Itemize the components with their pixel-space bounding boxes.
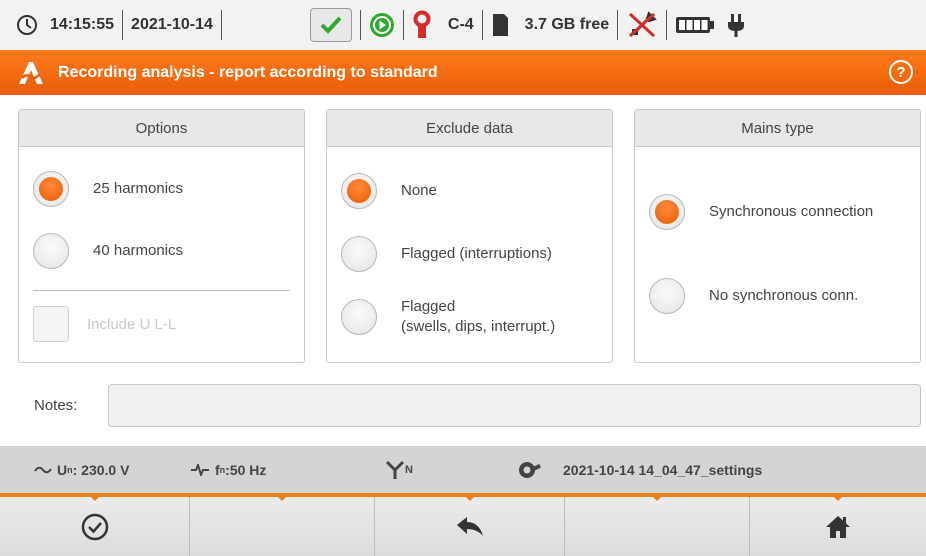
frequency-icon <box>191 463 209 476</box>
radio-button-selected[interactable] <box>341 173 377 209</box>
options-panel: Options 25 harmonics 40 harmonics Includ… <box>18 109 305 363</box>
voltage-symbol: U <box>57 461 68 478</box>
radio-button-selected[interactable] <box>33 171 69 207</box>
radio-label: 25 harmonics <box>93 180 184 197</box>
record-play-icon <box>369 12 395 38</box>
radio-25-harmonics[interactable]: 25 harmonics <box>33 171 183 207</box>
settings-file: 2021-10-14 14_04_47_settings <box>518 446 762 493</box>
radio-label: 40 harmonics <box>93 242 184 259</box>
info-bar: Un: 230.0 V f n:50 Hz N 2021-10-14 14_04_… <box>0 446 926 493</box>
back-icon <box>456 516 483 536</box>
radio-exclude-interruptions[interactable]: Flagged (interruptions) <box>341 236 552 272</box>
divider <box>481 10 483 40</box>
button-notch <box>831 494 845 501</box>
radio-button[interactable] <box>649 278 685 314</box>
bottom-bar <box>0 494 926 556</box>
divider <box>617 10 619 40</box>
divider <box>402 10 404 40</box>
radio-synchronous[interactable]: Synchronous connection <box>649 194 873 230</box>
divider <box>666 10 668 40</box>
radio-label: Flagged (swells, dips, interrupt.) <box>401 297 555 337</box>
title-bar: Recording analysis - report according to… <box>0 50 926 95</box>
radio-label: No synchronous conn. <box>709 287 859 304</box>
nominal-frequency: f n:50 Hz <box>190 446 266 493</box>
settings-wrench-icon <box>519 461 541 478</box>
battery-icon <box>675 15 715 35</box>
radio-label: None <box>401 182 437 199</box>
checkbox-label: Include U L-L <box>87 315 177 333</box>
radio-no-synchronous[interactable]: No synchronous conn. <box>649 278 858 314</box>
radio-button[interactable] <box>341 236 377 272</box>
clock-icon <box>16 14 38 36</box>
button-notch <box>87 494 102 501</box>
network-star-icon <box>385 460 405 479</box>
exclude-data-panel: Exclude data None Flagged (interruptions… <box>326 109 613 363</box>
radio-label-line2: (swells, dips, interrupt.) <box>401 318 556 335</box>
notes-label: Notes: <box>34 397 78 414</box>
sd-card-icon <box>491 13 509 37</box>
usb-disabled-icon <box>626 10 658 40</box>
include-ull-checkbox <box>33 306 69 342</box>
help-button[interactable]: ? <box>889 60 913 84</box>
divider <box>220 10 222 40</box>
radio-label: Flagged (interruptions) <box>401 245 552 262</box>
plug-icon <box>727 12 745 38</box>
divider <box>122 10 124 40</box>
status-bar: 14:15:55 2021-10-14 C-4 3.7 GB free <box>0 0 926 50</box>
nominal-voltage: Un: 230.0 V <box>34 446 129 493</box>
frequency-value: :50 Hz <box>225 461 267 478</box>
back-button[interactable] <box>375 494 565 556</box>
radio-button-selected[interactable] <box>649 194 685 230</box>
check-icon[interactable] <box>309 8 352 42</box>
include-ull-checkbox-row: Include U L-L <box>33 306 176 342</box>
empty-button[interactable] <box>565 494 750 556</box>
date-value: 2021-10-14 <box>131 16 213 33</box>
button-notch <box>462 494 477 501</box>
button-notch <box>275 494 289 501</box>
home-button[interactable] <box>750 494 926 556</box>
radio-exclude-swells-dips[interactable]: Flagged (swells, dips, interrupt.) <box>341 297 555 337</box>
options-header: Options <box>19 110 304 147</box>
radio-exclude-none[interactable]: None <box>341 173 437 209</box>
clamp-icon <box>412 10 432 40</box>
divider <box>359 10 361 40</box>
empty-button[interactable] <box>190 494 375 556</box>
radio-button[interactable] <box>33 233 69 269</box>
confirm-icon <box>81 513 108 540</box>
time-value: 14:15:55 <box>50 16 115 33</box>
home-icon <box>826 515 850 538</box>
mains-type-header: Mains type <box>635 110 920 147</box>
network-subscript: N <box>405 463 413 476</box>
notes-input[interactable] <box>108 384 921 427</box>
app-logo-icon <box>16 60 46 86</box>
button-notch <box>650 494 664 501</box>
clamp-label: C-4 <box>447 16 474 33</box>
storage-free: 3.7 GB free <box>524 16 610 33</box>
mains-type-panel: Mains type Synchronous connection No syn… <box>634 109 921 363</box>
radio-button[interactable] <box>341 299 377 335</box>
radio-40-harmonics[interactable]: 40 harmonics <box>33 233 183 269</box>
radio-label-line1: Flagged <box>401 298 456 315</box>
options-divider <box>33 290 290 291</box>
network-type: N <box>385 446 413 493</box>
page-title: Recording analysis - report according to… <box>58 63 438 81</box>
confirm-button[interactable] <box>0 494 190 556</box>
settings-file-name: 2021-10-14 14_04_47_settings <box>563 461 763 478</box>
exclude-data-header: Exclude data <box>327 110 612 147</box>
ac-wave-icon <box>34 466 52 473</box>
voltage-value: : 230.0 V <box>72 461 130 478</box>
radio-label: Synchronous connection <box>709 203 874 220</box>
